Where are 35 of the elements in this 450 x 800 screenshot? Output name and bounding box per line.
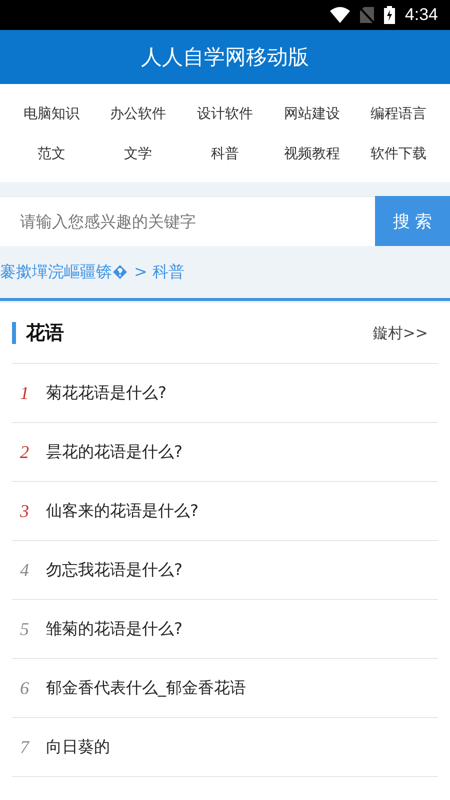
more-link[interactable]: 鏇村>>: [372, 324, 438, 342]
category-link[interactable]: 范文: [8, 144, 95, 164]
wifi-icon: [330, 7, 350, 23]
rank-number: 5: [19, 618, 30, 640]
breadcrumb-label: 褰撳墠浣嶇疆锛: [0, 262, 112, 282]
article-link[interactable]: 郁金香代表什么_郁金香花语: [46, 678, 246, 698]
clock-time: 4:34: [404, 5, 438, 25]
category-link[interactable]: 编程语言: [355, 104, 442, 124]
rank-number: 3: [19, 500, 30, 522]
category-link[interactable]: 软件下载: [355, 144, 442, 164]
rank-number: 7: [19, 736, 30, 758]
article-link[interactable]: 昙花的花语是什么?: [46, 442, 182, 462]
article-link[interactable]: 菊花花语是什么?: [46, 382, 166, 404]
site-title: 人人自学网移动版: [141, 44, 309, 71]
replacement-glyph-icon: [113, 265, 127, 279]
category-link[interactable]: 电脑知识: [8, 104, 95, 124]
article-link[interactable]: 仙客来的花语是什么?: [46, 500, 198, 522]
rank-number: 6: [19, 678, 30, 698]
article-link[interactable]: 向日葵的: [46, 736, 110, 758]
category-link[interactable]: 科普: [182, 144, 268, 164]
category-link[interactable]: 网站建设: [268, 104, 356, 124]
no-sim-icon: [360, 7, 374, 23]
category-link[interactable]: 办公软件: [94, 104, 182, 124]
breadcrumb-trail: > 科普: [134, 262, 184, 282]
rank-number: 2: [19, 442, 30, 462]
battery-icon: [384, 6, 395, 24]
rank-number: 4: [19, 560, 30, 580]
section-title: 花语: [12, 322, 64, 344]
category-link[interactable]: 文学: [94, 144, 182, 164]
rank-number: 1: [19, 382, 30, 404]
category-link[interactable]: 设计软件: [182, 104, 268, 124]
article-link[interactable]: 勿忘我花语是什么?: [46, 560, 182, 580]
category-link[interactable]: 视频教程: [268, 144, 356, 164]
search-field[interactable]: 请输入您感兴趣的关键字: [0, 196, 375, 246]
article-link[interactable]: 雏菊的花语是什么?: [46, 618, 182, 640]
